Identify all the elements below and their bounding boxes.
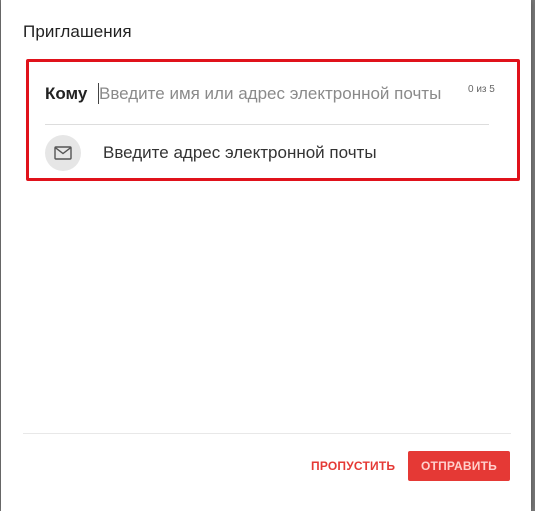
footer-divider (23, 433, 511, 434)
recipients-counter: 0 из 5 (468, 84, 495, 95)
recipients-input[interactable] (99, 80, 463, 108)
invite-dialog: Приглашения Кому 0 из 5 Введите адрес эл… (1, 0, 531, 511)
mail-icon (54, 146, 72, 160)
to-label: Кому (45, 84, 88, 103)
input-divider (45, 124, 489, 125)
recipients-row: Кому 0 из 5 (45, 76, 500, 116)
email-suggestion-item[interactable]: Введите адрес электронной почты (43, 134, 503, 174)
email-suggestion-text: Введите адрес электронной почты (103, 143, 377, 162)
send-button[interactable]: ОТПРАВИТЬ (408, 451, 510, 481)
skip-button[interactable]: ПРОПУСТИТЬ (305, 452, 401, 480)
dialog-title: Приглашения (23, 22, 132, 41)
mail-icon-avatar (45, 135, 81, 171)
